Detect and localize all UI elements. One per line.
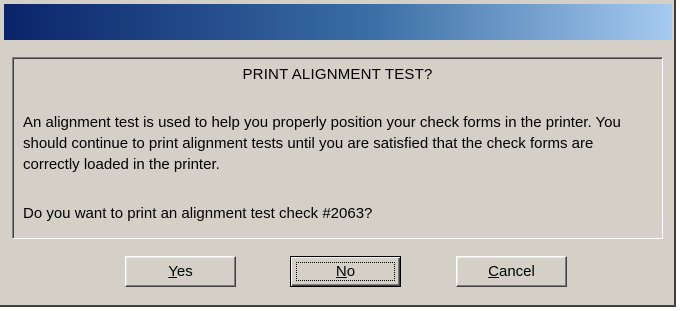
cancel-button[interactable]: Cancel bbox=[456, 256, 567, 287]
dialog-titlebar[interactable] bbox=[4, 4, 672, 40]
cancel-button-label: Cancel bbox=[488, 263, 535, 280]
no-button-label: No bbox=[336, 263, 355, 280]
message-panel: PRINT ALIGNMENT TEST? An alignment test … bbox=[12, 57, 663, 239]
yes-mnemonic: Y bbox=[168, 263, 177, 280]
question-text: Do you want to print an alignment test c… bbox=[23, 205, 373, 222]
cancel-mnemonic: C bbox=[488, 263, 499, 280]
yes-label-rest: es bbox=[176, 263, 193, 280]
message-text: An alignment test is used to help you pr… bbox=[23, 114, 621, 173]
cancel-label-rest: ancel bbox=[498, 263, 535, 280]
yes-button[interactable]: Yes bbox=[125, 256, 236, 287]
no-label-rest: o bbox=[346, 263, 356, 280]
screen: PRINT ALIGNMENT TEST? An alignment test … bbox=[0, 0, 680, 311]
yes-button-label: Yes bbox=[168, 263, 192, 280]
no-mnemonic: N bbox=[335, 263, 347, 280]
dialog-heading: PRINT ALIGNMENT TEST? bbox=[242, 66, 433, 83]
print-alignment-dialog: PRINT ALIGNMENT TEST? An alignment test … bbox=[0, 0, 676, 307]
no-button[interactable]: No bbox=[290, 256, 401, 287]
